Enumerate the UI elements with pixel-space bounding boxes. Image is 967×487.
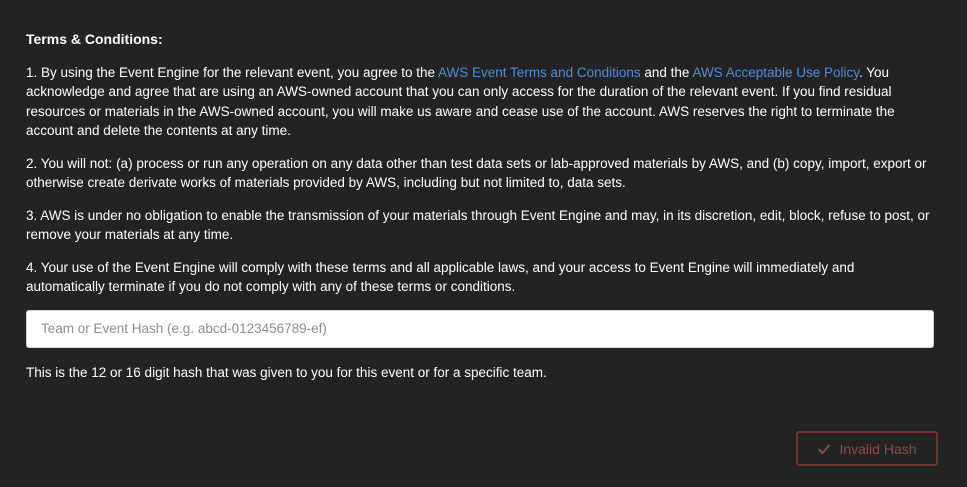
aws-acceptable-use-link[interactable]: AWS Acceptable Use Policy bbox=[692, 65, 859, 80]
hash-hint: This is the 12 or 16 digit hash that was… bbox=[26, 364, 547, 380]
terms-paragraph-3: 3. AWS is under no obligation to enable … bbox=[26, 207, 930, 243]
terms-p1-text-1: 1. By using the Event Engine for the rel… bbox=[26, 64, 439, 80]
aws-event-terms-link[interactable]: AWS Event Terms and Conditions bbox=[438, 65, 641, 80]
hash-input[interactable] bbox=[26, 309, 934, 348]
terms-paragraph-1: 1. By using the Event Engine for the rel… bbox=[26, 63, 936, 141]
terms-p1-text-2: and the bbox=[640, 64, 693, 80]
invalid-hash-button[interactable]: Invalid Hash bbox=[796, 431, 938, 466]
terms-paragraph-4: 4. Your use of the Event Engine will com… bbox=[26, 259, 855, 295]
invalid-hash-label: Invalid Hash bbox=[839, 440, 917, 457]
terms-title: Terms & Conditions: bbox=[26, 31, 163, 47]
check-icon bbox=[817, 442, 831, 456]
terms-paragraph-2: 2. You will not: (a) process or run any … bbox=[26, 155, 927, 191]
terms-container: Terms & Conditions: 1. By using the Even… bbox=[26, 30, 936, 382]
